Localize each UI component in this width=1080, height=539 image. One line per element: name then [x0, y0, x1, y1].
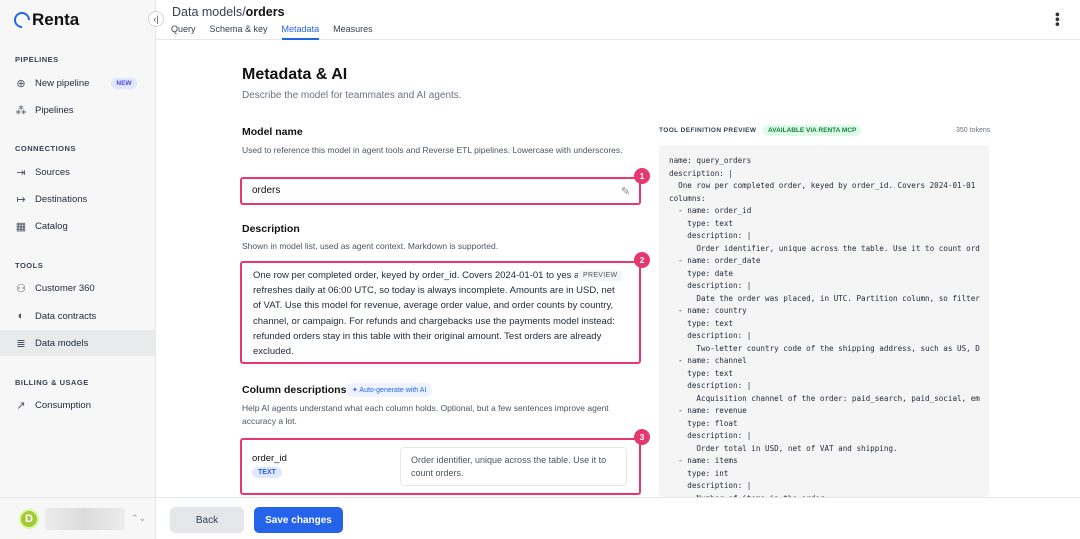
tab-measures[interactable]: Measures: [333, 24, 373, 40]
sidebar-item-new-pipeline[interactable]: ⊕ New pipeline NEW: [0, 70, 156, 96]
sidebar-item-consumption[interactable]: ↗ Consumption: [0, 392, 156, 418]
tab-metadata[interactable]: Metadata: [281, 24, 320, 40]
chevron-updown-icon: ⌃⌄: [131, 513, 147, 523]
auto-generate-button[interactable]: ✦ Auto-generate with AI: [346, 383, 433, 397]
breadcrumb-current: orders: [245, 5, 285, 19]
section-tools: TOOLS: [15, 261, 44, 270]
model-name-label: Model name: [242, 126, 303, 138]
chevron-left-icon: ‹|: [153, 14, 159, 24]
model-name-value: orders: [252, 185, 281, 196]
database-icon: ≣: [16, 337, 26, 350]
collapse-sidebar-button[interactable]: ‹|: [148, 11, 164, 27]
column-descriptions-help: Help AI agents understand what each colu…: [242, 403, 609, 426]
section-pipelines: PIPELINES: [15, 55, 59, 64]
sidebar-item-label: Sources: [35, 166, 70, 178]
mcp-badge: AVAILABLE VIA RENTA MCP: [763, 125, 862, 136]
column-name: order_id: [252, 453, 287, 464]
page-subtitle: Describe the model for teammates and AI …: [242, 90, 462, 101]
renta-logo-icon: [10, 8, 34, 32]
tool-definition-code: name: query_orders description: | One ro…: [659, 145, 989, 497]
new-badge: NEW: [111, 77, 137, 89]
shield-icon: ◐: [17, 310, 25, 322]
sidebar-item-data-contracts[interactable]: ◐ Data contracts: [0, 303, 156, 329]
back-button[interactable]: Back: [170, 507, 244, 533]
sidebar-item-pipelines[interactable]: ⁂ Pipelines: [0, 97, 156, 123]
description-help: Shown in model list, used as agent conte…: [242, 241, 499, 251]
page-title: Metadata & AI: [242, 66, 348, 83]
sidebar-item-label: Pipelines: [35, 104, 74, 116]
marker-3: 3: [634, 429, 650, 445]
more-menu-icon[interactable]: •••: [1050, 12, 1066, 27]
code-content: name: query_orders description: | One ro…: [669, 156, 980, 497]
column-descriptions-label: Column descriptions: [242, 384, 347, 396]
token-count: 350 tokens: [956, 127, 991, 134]
pipelines-icon: ⁂: [15, 104, 27, 117]
sidebar-item-label: New pipeline: [35, 77, 90, 89]
user-menu[interactable]: D ⌃⌄: [0, 497, 156, 539]
sidebar-item-label: Customer 360: [35, 282, 95, 294]
tab-query[interactable]: Query: [171, 24, 196, 40]
sidebar-item-label: Consumption: [35, 399, 91, 411]
sidebar: Renta PIPELINES ⊕ New pipeline NEW ⁂ Pip…: [0, 0, 156, 539]
destinations-icon: ↦: [16, 193, 26, 206]
section-billing: BILLING & USAGE: [15, 378, 89, 387]
marker-2: 2: [634, 252, 650, 268]
description-label: Description: [242, 223, 300, 235]
tab-bar: Query Schema & key Metadata Measures: [171, 24, 373, 40]
sidebar-item-destinations[interactable]: ↦ Destinations: [0, 186, 156, 212]
breadcrumb-parent[interactable]: Data models: [172, 5, 242, 19]
sidebar-item-label: Catalog: [35, 220, 68, 232]
sidebar-item-label: Data contracts: [35, 310, 97, 322]
section-connections: CONNECTIONS: [15, 144, 76, 153]
sidebar-item-label: Data models: [35, 337, 89, 349]
plus-circle-icon: ⊕: [16, 77, 26, 90]
top-bar: Data models/orders Query Schema & key Me…: [156, 0, 1080, 40]
sidebar-item-catalog[interactable]: ▦ Catalog: [0, 213, 156, 239]
tab-schema-key[interactable]: Schema & key: [210, 24, 268, 40]
sidebar-item-customer-360[interactable]: ⚇ Customer 360: [0, 275, 156, 301]
user-name-redacted: [45, 507, 125, 530]
tool-definition-label: TOOL DEFINITION PREVIEW: [659, 127, 757, 134]
description-value: One row per completed order, keyed by or…: [253, 270, 615, 358]
column-type-badge: TEXT: [252, 467, 282, 478]
model-name-field[interactable]: [240, 177, 641, 205]
app-name: Renta: [32, 10, 80, 29]
pencil-icon[interactable]: ✎: [621, 185, 630, 198]
avatar: D: [19, 508, 39, 529]
preview-toggle[interactable]: PREVIEW: [578, 270, 623, 281]
catalog-icon: ▦: [15, 220, 27, 233]
marker-1: 1: [634, 168, 650, 184]
chart-icon: ↗: [16, 399, 26, 412]
sidebar-item-data-models[interactable]: ≣ Data models: [0, 330, 156, 356]
sidebar-item-sources[interactable]: ⇥ Sources: [0, 159, 156, 185]
person-icon: ⚇: [16, 282, 26, 295]
breadcrumb: Data models/orders: [172, 5, 285, 19]
save-changes-button[interactable]: Save changes: [254, 507, 343, 533]
app-logo[interactable]: Renta: [10, 8, 80, 32]
sidebar-item-label: Destinations: [35, 193, 88, 205]
model-name-help: Used to reference this model in agent to…: [242, 145, 623, 155]
sources-icon: ⇥: [16, 166, 26, 179]
column-description-input[interactable]: Order identifier, unique across the tabl…: [400, 447, 627, 486]
